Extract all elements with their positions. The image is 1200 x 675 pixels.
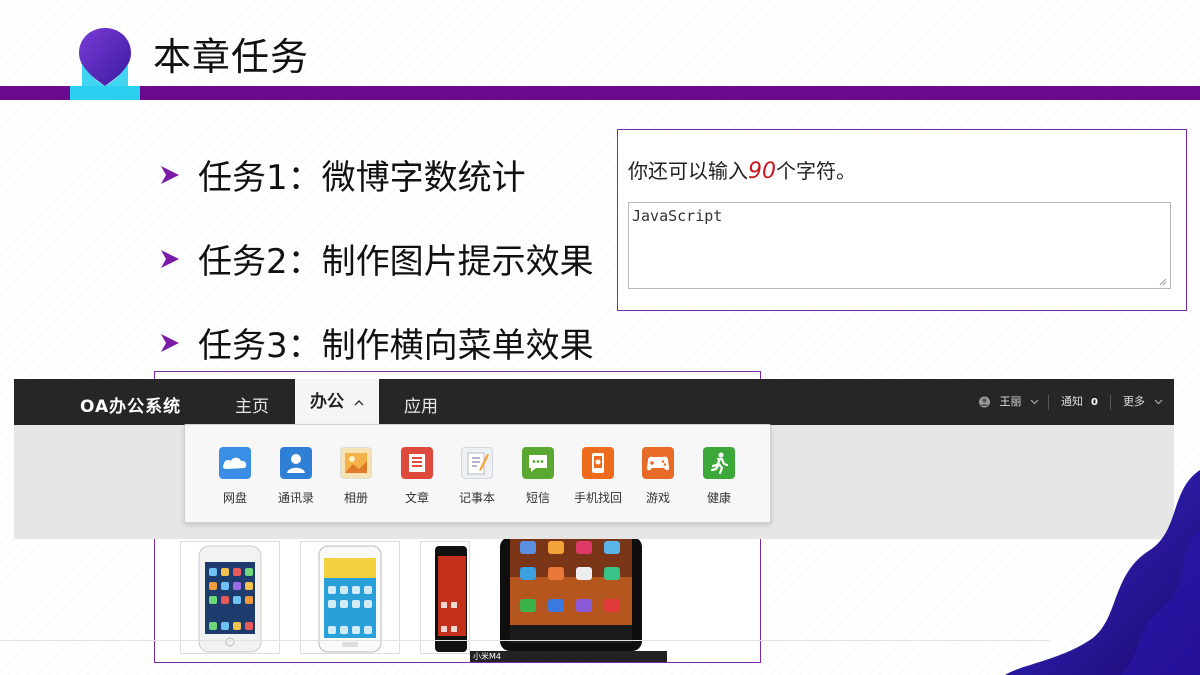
app-tile-notepad[interactable]: 记事本 bbox=[447, 447, 507, 506]
app-tile-games[interactable]: 游戏 bbox=[628, 447, 688, 506]
app-label: 游戏 bbox=[645, 491, 670, 505]
app-tile-health[interactable]: 健康 bbox=[689, 447, 749, 506]
more-menu[interactable]: 更多 bbox=[1123, 393, 1163, 409]
chevron-up-icon bbox=[354, 400, 364, 406]
counter-suffix: 个字符。 bbox=[776, 159, 856, 183]
article-icon bbox=[401, 447, 433, 479]
notepad-icon bbox=[461, 447, 493, 479]
nav-item-home[interactable]: 主页 bbox=[235, 392, 269, 417]
nav-item-office-label: 办公 bbox=[310, 392, 345, 412]
weibo-counter-panel: 你还可以输入90个字符。 bbox=[617, 129, 1187, 311]
app-label: 健康 bbox=[706, 491, 731, 505]
nav-item-apps[interactable]: 应用 bbox=[404, 392, 438, 417]
app-tile-contacts[interactable]: 通讯录 bbox=[266, 447, 326, 506]
counter-prefix: 你还可以输入 bbox=[628, 159, 748, 183]
notifications-count-badge: 0 bbox=[1091, 397, 1098, 408]
xiaomi-small-image bbox=[435, 546, 467, 652]
gamepad-icon bbox=[642, 447, 674, 479]
app-tile-article[interactable]: 文章 bbox=[387, 447, 447, 506]
arrow-bullet-icon bbox=[161, 165, 179, 184]
task-item-3: 任务3：制作横向菜单效果 bbox=[158, 318, 594, 367]
nav-item-office[interactable]: 办公 bbox=[295, 379, 379, 425]
app-label: 短信 bbox=[525, 491, 550, 505]
phone-thumbnail-1[interactable] bbox=[180, 541, 280, 654]
xiaomi-large-image bbox=[500, 537, 642, 651]
photo-album-icon bbox=[340, 447, 372, 479]
app-label: 手机找回 bbox=[573, 491, 622, 505]
slide-title: 本章任务 bbox=[153, 35, 310, 79]
phone-caption: 小米M4 bbox=[470, 651, 667, 662]
arrow-bullet-icon bbox=[161, 249, 179, 268]
phone-finder-icon bbox=[582, 447, 614, 479]
app-tile-cloud-drive[interactable]: 网盘 bbox=[205, 447, 265, 506]
cloud-drive-icon bbox=[219, 447, 251, 479]
header-divider bbox=[0, 86, 1200, 100]
corner-decoration bbox=[1005, 470, 1200, 675]
app-tile-sms[interactable]: 短信 bbox=[508, 447, 568, 506]
arrow-bullet-icon bbox=[161, 333, 179, 352]
nav-separator bbox=[1048, 395, 1049, 410]
counter-number: 90 bbox=[748, 159, 776, 184]
contacts-icon bbox=[280, 447, 312, 479]
chevron-down-icon bbox=[1030, 399, 1039, 405]
chevron-down-icon bbox=[1154, 399, 1162, 405]
header-divider-accent bbox=[70, 86, 140, 100]
task-label: 任务1：微博字数统计 bbox=[198, 158, 526, 198]
task-label: 任务2：制作图片提示效果 bbox=[198, 242, 594, 282]
app-label: 文章 bbox=[404, 491, 429, 505]
user-name: 王丽 bbox=[999, 395, 1022, 408]
notifications-menu[interactable]: 通知 0 bbox=[1061, 393, 1098, 409]
footer-line bbox=[0, 640, 1050, 641]
user-menu[interactable]: 王丽 bbox=[978, 393, 1039, 409]
app-label: 网盘 bbox=[222, 491, 247, 505]
app-label: 记事本 bbox=[458, 491, 495, 505]
app-label: 通讯录 bbox=[277, 491, 314, 505]
nav-separator bbox=[1110, 395, 1111, 410]
office-dropdown-menu: 网盘 通讯录 相册 文章 记事本 短信 手机找回 游戏 健康 bbox=[184, 424, 771, 523]
counter-text: 你还可以输入90个字符。 bbox=[628, 155, 856, 184]
task-item-1: 任务1：微博字数统计 bbox=[158, 150, 526, 199]
task-item-2: 任务2：制作图片提示效果 bbox=[158, 234, 594, 283]
task-label: 任务3：制作横向菜单效果 bbox=[198, 326, 594, 366]
sms-icon bbox=[522, 447, 554, 479]
resize-grip-icon[interactable] bbox=[1159, 278, 1167, 286]
user-avatar-icon bbox=[979, 396, 990, 408]
phone-thumbnail-3[interactable] bbox=[420, 541, 470, 654]
oa-brand-logo[interactable]: OA办公系统 bbox=[80, 392, 181, 417]
phone-large-preview bbox=[470, 537, 667, 651]
phone-thumbnail-2[interactable] bbox=[300, 541, 400, 654]
weibo-textarea[interactable] bbox=[628, 202, 1171, 289]
app-tile-phone-finder[interactable]: 手机找回 bbox=[568, 447, 628, 506]
app-label: 相册 bbox=[343, 491, 368, 505]
galaxy-image bbox=[318, 545, 382, 653]
more-label: 更多 bbox=[1123, 395, 1145, 408]
oa-top-navbar: OA办公系统 主页 办公 应用 王丽 通知 0 更多 bbox=[14, 379, 1174, 425]
iphone-image bbox=[198, 545, 262, 653]
notifications-label: 通知 bbox=[1061, 395, 1083, 408]
app-tile-photo-album[interactable]: 相册 bbox=[326, 447, 386, 506]
health-icon bbox=[703, 447, 735, 479]
